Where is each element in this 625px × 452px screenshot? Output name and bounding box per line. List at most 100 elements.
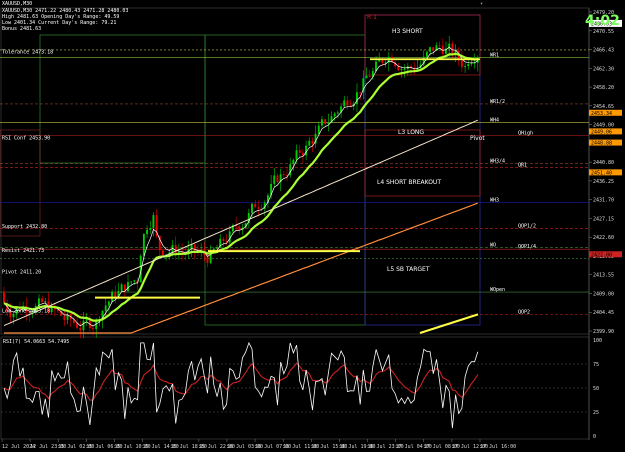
- candle-body: [355, 92, 358, 104]
- left-level-label: Pivot 2411.20: [2, 269, 41, 275]
- level-label: QOP1/4: [518, 244, 536, 250]
- candle-body: [438, 45, 441, 47]
- zone-label-r1: R 1: [367, 14, 377, 21]
- osc-label: RSI(7) 54.0663 54.7495: [3, 339, 69, 345]
- level-label: QOP1/2: [518, 224, 536, 230]
- osc-tick-label: 100: [593, 338, 602, 344]
- level-label: QHigh: [518, 131, 533, 137]
- candle-body: [336, 112, 339, 114]
- left-level-label: Low Zone 2403.18: [2, 309, 50, 315]
- candle-body: [308, 140, 311, 146]
- candle-body: [257, 207, 260, 209]
- candle-body: [321, 119, 323, 126]
- candle-body: [107, 301, 110, 306]
- price-tag-label: 2451.40: [591, 170, 612, 176]
- candle-body: [3, 292, 5, 304]
- zone-label-l3-long: L3 LONG: [398, 129, 424, 136]
- level-label: WH4: [490, 118, 499, 124]
- level-label: QOP2: [518, 309, 530, 315]
- left-level-label: Resist 2421.73: [2, 248, 44, 254]
- candle-body: [123, 284, 126, 292]
- candle-body: [451, 43, 454, 54]
- level-label: WOpen: [490, 287, 505, 293]
- candle-body: [432, 47, 435, 51]
- candle-body: [298, 150, 301, 153]
- price-tick-label: 2466.43: [593, 48, 614, 54]
- candle-body: [295, 150, 298, 160]
- info-line-3: Bonus 2481.63: [2, 26, 42, 32]
- left-level-label: Support 2432.80: [2, 224, 47, 230]
- zone-label-l5-target: L5 SB TARGET: [387, 266, 430, 273]
- osc-tick-label: 75: [593, 362, 599, 368]
- price-tag-label: 2449.06: [591, 129, 612, 135]
- candle-body: [273, 175, 276, 184]
- candle-body: [343, 100, 346, 107]
- price-tick-label: 2409.00: [593, 291, 614, 297]
- price-tick-label: 2427.15: [593, 216, 614, 222]
- candle-body: [282, 174, 285, 175]
- price-tick-label: 2454.65: [593, 104, 614, 110]
- price-tick-label: 2440.80: [593, 160, 614, 166]
- candle-body: [359, 92, 362, 94]
- candle-body: [292, 159, 295, 165]
- candle-body: [464, 66, 467, 68]
- level-label: WO: [490, 242, 496, 248]
- candle-body: [333, 113, 336, 117]
- level-label: WH3: [490, 198, 499, 204]
- candle-body: [162, 250, 164, 256]
- candle-body: [63, 315, 66, 320]
- osc-tick-label: 25: [593, 410, 599, 416]
- price-tick-label: 2422.60: [593, 235, 614, 241]
- candle-body: [44, 301, 47, 303]
- candle-body: [305, 145, 308, 156]
- price-tick-label: 2399.90: [593, 329, 614, 335]
- level-label: WR1: [490, 52, 499, 58]
- shift-marker-icon[interactable]: ▾: [480, 1, 483, 7]
- candle-body: [133, 280, 136, 282]
- candle-body: [425, 51, 428, 57]
- candle-body: [317, 125, 320, 134]
- zone-label-l4-breakout: L4 SHORT BREAKOUT: [377, 179, 441, 186]
- level-label: QR1: [518, 162, 527, 168]
- level-label: WH3/4: [490, 159, 505, 165]
- candle-body: [301, 152, 304, 156]
- candle-body: [130, 281, 133, 283]
- price-tick-label: 2462.30: [593, 66, 614, 72]
- candle-body: [400, 69, 403, 71]
- left-level-label: Tolerance 2473.18: [2, 50, 53, 56]
- candle-body: [127, 282, 129, 292]
- level-label: WR1/2: [490, 99, 505, 105]
- price-tick-label: 2404.45: [593, 310, 614, 316]
- candle-body: [403, 69, 406, 70]
- candle-body: [254, 203, 257, 208]
- osc-tick-label: 0: [593, 434, 596, 440]
- price-chart[interactable]: WR1 WR1/2 WH4 WH3/4 WH3 WO WOpen QR1 QHigh QOP1/2…: [0, 0, 625, 452]
- candle-body: [174, 245, 177, 254]
- candle-body: [114, 291, 117, 298]
- candle-body: [41, 298, 44, 302]
- price-tag-label: 2453.34: [591, 111, 612, 117]
- price-tag-label: 2422.00: [591, 252, 612, 258]
- candle-body: [216, 247, 218, 249]
- price-tag-label: 2448.88: [591, 141, 612, 147]
- candle-body: [120, 284, 123, 292]
- time-tick-label: 17 Jul 16:00: [480, 444, 516, 450]
- bar-countdown-clock: 4:02: [585, 13, 620, 29]
- candle-body: [251, 203, 253, 214]
- chart-title: XAUUSD,M30: [2, 1, 33, 7]
- candle-body: [82, 320, 85, 331]
- zone-label-pivot: Pivot: [470, 135, 485, 142]
- candle-body: [152, 215, 155, 229]
- price-tick-label: 2449.00: [593, 123, 614, 129]
- price-tick-label: 2431.70: [593, 198, 614, 204]
- candle-body: [276, 175, 279, 183]
- price-tick-label: 2458.20: [593, 85, 614, 91]
- candle-body: [346, 100, 349, 106]
- candle-body: [311, 140, 314, 144]
- candle-body: [467, 64, 470, 67]
- osc-tick-label: 50: [593, 386, 599, 392]
- candle-body: [327, 122, 330, 124]
- candle-body: [92, 327, 94, 329]
- candle-body: [238, 226, 241, 230]
- candle-body: [365, 75, 368, 79]
